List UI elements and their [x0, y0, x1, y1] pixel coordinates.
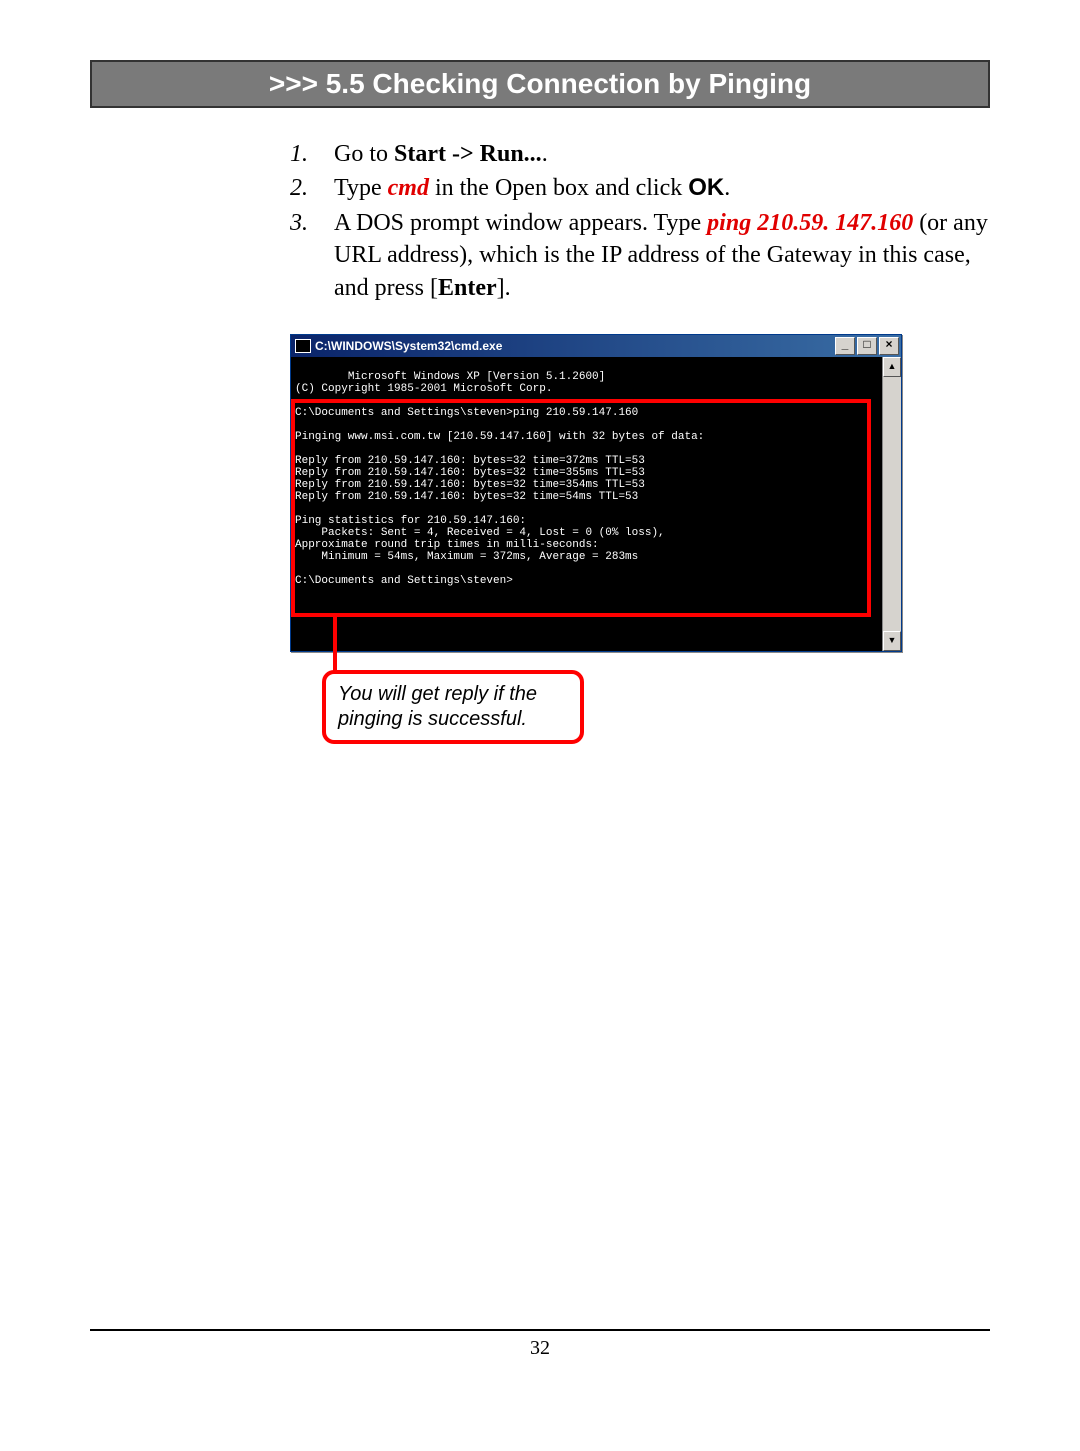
scroll-down-button[interactable]: ▼ — [883, 631, 901, 651]
scroll-track[interactable] — [883, 377, 901, 631]
instruction-list: 1. Go to Start -> Run.... 2. Type cmd in… — [290, 138, 990, 304]
step-number: 3. — [290, 207, 334, 304]
step-text: Go to — [334, 141, 394, 167]
step-text-command: ping 210.59. 147.160 — [707, 210, 913, 236]
step-text: ]. — [497, 275, 511, 301]
step-text: Type — [334, 175, 388, 201]
close-button[interactable]: × — [879, 337, 899, 355]
step-text-bold: Start -> Run... — [394, 141, 542, 167]
step-text: . — [542, 141, 548, 167]
instruction-item: 2. Type cmd in the Open box and click OK… — [290, 172, 990, 204]
step-number: 1. — [290, 138, 334, 170]
page-footer: 32 — [90, 1329, 990, 1360]
highlight-box — [291, 399, 871, 617]
step-text: A DOS prompt window appears. Type — [334, 210, 707, 236]
maximize-button[interactable]: □ — [857, 337, 877, 355]
scroll-up-button[interactable]: ▲ — [883, 357, 901, 377]
cmd-icon — [295, 339, 311, 353]
callout-connector — [333, 613, 337, 673]
scrollbar[interactable]: ▲ ▼ — [882, 357, 901, 651]
step-number: 2. — [290, 172, 334, 204]
cmd-output: Microsoft Windows XP [Version 5.1.2600] … — [291, 357, 882, 651]
step-text-command: cmd — [388, 175, 429, 201]
cmd-titlebar: C:\WINDOWS\System32\cmd.exe _ □ × — [291, 335, 901, 357]
minimize-button[interactable]: _ — [835, 337, 855, 355]
step-text-key: Enter — [438, 275, 497, 301]
page-number: 32 — [530, 1337, 550, 1359]
cmd-title-text: C:\WINDOWS\System32\cmd.exe — [315, 339, 502, 353]
section-header: >>> 5.5 Checking Connection by Pinging — [90, 60, 990, 108]
instruction-item: 1. Go to Start -> Run.... — [290, 138, 990, 170]
instruction-item: 3. A DOS prompt window appears. Type pin… — [290, 207, 990, 304]
step-text: . — [724, 175, 730, 201]
step-text-button: OK — [688, 174, 724, 201]
step-text: in the Open box and click — [429, 175, 688, 201]
cmd-window: C:\WINDOWS\System32\cmd.exe _ □ × Micros… — [290, 334, 902, 652]
callout-box: You will get reply if the pinging is suc… — [322, 670, 584, 744]
